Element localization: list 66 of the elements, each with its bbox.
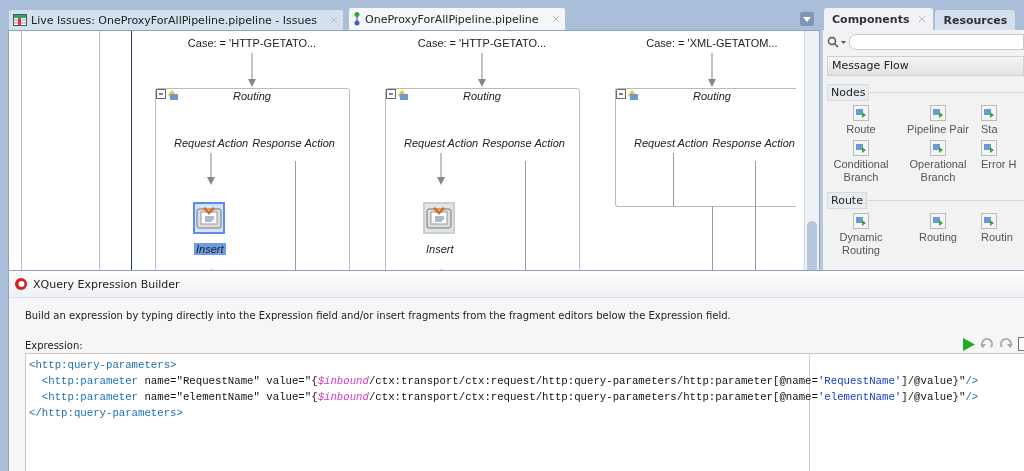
component-icon (853, 213, 869, 229)
palette-item[interactable]: Routin (981, 213, 1023, 257)
connector-arrow (437, 153, 445, 185)
code-line: </http:query-parameters> (29, 406, 183, 421)
routing-node[interactable]: Routing Request Action Response Action (615, 88, 796, 207)
component-icon (853, 140, 869, 156)
palette-item[interactable]: Sta (981, 105, 1023, 136)
lane-label: Request Action (404, 137, 479, 149)
palette-item[interactable]: Dynamic Routing (827, 213, 895, 257)
search-field[interactable] (849, 34, 1024, 50)
connector-arrow (478, 53, 486, 87)
routing-icon (386, 89, 408, 101)
palette-item[interactable]: Route (827, 105, 895, 136)
connector-arrow (708, 53, 716, 87)
case-label: Case: = 'HTTP-GETATO... (416, 37, 548, 49)
component-icon (981, 213, 997, 229)
component-icon (981, 140, 997, 156)
node-title: Routing (462, 90, 502, 102)
category-dropdown[interactable]: Message Flow (827, 56, 1024, 76)
caret-icon (803, 16, 811, 22)
action-label: Insert (425, 243, 455, 255)
palette-item[interactable]: Error H (981, 140, 1023, 184)
expression-editor[interactable] (25, 353, 1024, 471)
close-icon[interactable] (919, 16, 926, 22)
table-icon (13, 14, 27, 26)
tab-list-button[interactable] (800, 12, 814, 26)
insert-action-icon[interactable] (423, 202, 455, 234)
panel-tab[interactable]: Components (824, 8, 934, 30)
lane-label: Response Action (712, 137, 795, 149)
editor-tab[interactable]: Live Issues: OneProxyForAllPipeline.pipeline - Issues (8, 9, 345, 30)
case-label: Case: = 'HTTP-GETATO... (186, 37, 318, 49)
insert-action-icon[interactable] (193, 202, 225, 234)
routing-icon (616, 89, 638, 101)
component-icon (930, 213, 946, 229)
close-icon[interactable] (331, 17, 338, 23)
code-line: <http:parameter name="elementName" value="{$inbound/ctx:transport/ctx:request/http:query-parameters/http:parameter[@name='elementName']/@value}"/> (40, 390, 979, 405)
palette-item[interactable]: Pipeline Pair (895, 105, 981, 136)
search-icon[interactable] (827, 36, 847, 48)
component-icon (930, 105, 946, 121)
palette-item[interactable]: Operational Branch (895, 140, 981, 184)
field-label: Expression: (25, 340, 83, 351)
component-icon (853, 105, 869, 121)
node-title: Routing (232, 90, 272, 102)
section-header: Nodes (827, 84, 870, 101)
section-header: Route (827, 192, 867, 209)
editor-tab[interactable]: OneProxyForAllPipeline.pipeline (348, 7, 566, 30)
component-icon (981, 105, 997, 121)
routing-icon (156, 89, 178, 101)
lane-label: Response Action (252, 137, 335, 149)
action-label: Insert (194, 243, 226, 255)
palette-item[interactable]: Routing (895, 213, 981, 257)
case-label: Case: = 'XML-GETATOM... (645, 37, 779, 49)
page-icon[interactable] (1018, 337, 1024, 351)
close-icon[interactable] (552, 16, 559, 22)
palette-item[interactable]: Conditional Branch (827, 140, 895, 184)
app-logo-icon (14, 277, 28, 291)
component-icon (930, 140, 946, 156)
play-icon[interactable] (962, 337, 975, 351)
pipeline-icon (353, 12, 362, 26)
lane-label: Request Action (634, 137, 709, 149)
lane-label: Request Action (174, 137, 249, 149)
connector-arrow (207, 153, 215, 185)
panel-tab[interactable]: Resources (935, 10, 1016, 30)
connector-arrow (248, 53, 256, 87)
lane-label: Response Action (482, 137, 565, 149)
node-title: Routing (692, 90, 732, 102)
